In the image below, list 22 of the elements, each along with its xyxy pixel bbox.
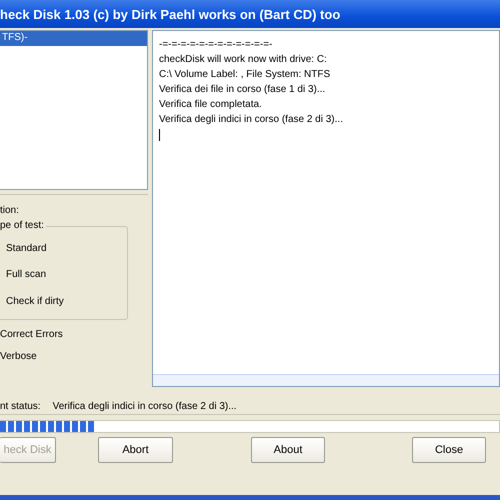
radio-option[interactable]: Full scan	[6, 269, 127, 280]
log-line: checkDisk will work now with drive: C:	[159, 53, 328, 67]
checkbox-option[interactable]: Verbose	[0, 350, 37, 362]
log-line: Verifica degli indici in corso (fase 2 di 3)...	[159, 113, 344, 127]
dialog-button[interactable]: Close	[412, 437, 486, 463]
log-line: Verifica dei file in corso (fase 1 di 3)...	[159, 83, 326, 97]
status-label: nt status:	[0, 400, 41, 412]
status-text: Verifica degli indici in corso (fase 2 di 3)...	[52, 400, 237, 412]
drive-list-item[interactable]: TFS)-	[0, 31, 147, 46]
group-label: pe of test:	[0, 220, 46, 231]
window-title: heck Disk 1.03 (c) by Dirk Paehl works on (Bart CD) too	[0, 0, 500, 28]
radio-option[interactable]: Standard	[6, 242, 127, 254]
log-line: C:\ Volume Label: , File System: NTFS	[159, 68, 332, 82]
radio-option[interactable]: Check if dirty	[6, 296, 127, 308]
horizontal-scrollbar[interactable]	[153, 374, 499, 386]
dialog-button[interactable]: Abort	[98, 437, 173, 463]
text-cursor	[159, 129, 160, 141]
log-line: -=-=-=-=-=-=-=-=-=-=-=-=-	[159, 38, 274, 52]
checkbox-option[interactable]: Correct Errors	[0, 328, 63, 340]
dialog-button[interactable]: About	[251, 437, 325, 463]
options-label: tion:	[0, 205, 20, 216]
log-line: Verifica file completata.	[159, 98, 263, 112]
